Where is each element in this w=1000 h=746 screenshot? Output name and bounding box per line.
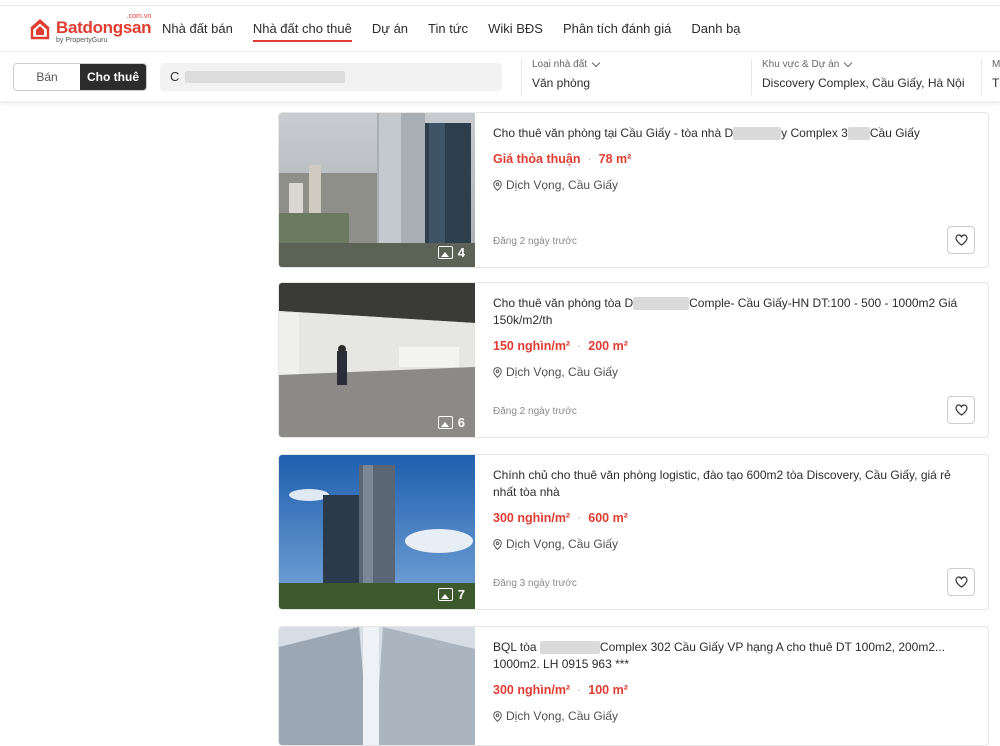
toggle-rent-button[interactable]: Cho thuê bbox=[80, 63, 146, 90]
price-area: 300 nghìn/m² · 600 m² bbox=[493, 511, 972, 525]
location-pin-icon bbox=[493, 179, 502, 191]
photo-count-number: 7 bbox=[457, 587, 465, 602]
location-pin-icon bbox=[493, 710, 502, 722]
listing-photo[interactable]: 6 bbox=[279, 283, 475, 437]
title-part: Cầu Giấy bbox=[869, 126, 920, 140]
filter-property-type[interactable]: Loại nhà đất Văn phòng bbox=[521, 58, 741, 95]
listing-card[interactable]: BQL tòa Complex 302 Cầu Giấy VP hạng A c… bbox=[278, 626, 989, 746]
separator-dot: · bbox=[587, 152, 592, 166]
filter-value: Văn phòng bbox=[532, 76, 591, 90]
nav-analysis[interactable]: Phân tích đánh giá bbox=[563, 6, 671, 51]
title-part: Cho thuê văn phòng tòa D bbox=[493, 296, 634, 310]
brand-name: Batdongsan bbox=[56, 18, 152, 37]
photo-count-number: 6 bbox=[457, 415, 465, 430]
brand-tagline: by PropertyGuru bbox=[56, 37, 108, 44]
price: Giá thỏa thuận bbox=[493, 152, 581, 166]
separator-dot: · bbox=[577, 683, 582, 697]
photo-count-number: 4 bbox=[457, 245, 465, 260]
title-part: Chính chủ cho thuê văn phòng logistic, đ… bbox=[493, 468, 807, 482]
nav-news[interactable]: Tin tức bbox=[428, 6, 468, 51]
price-area: 150 nghìn/m² · 200 m² bbox=[493, 339, 972, 353]
listing-title[interactable]: Chính chủ cho thuê văn phòng logistic, đ… bbox=[493, 467, 972, 501]
main-nav: Nhà đất bán Nhà đất cho thuê Dự án Tin t… bbox=[162, 6, 761, 51]
title-part: Cho thuê văn phòng tại Cầu Giấy - tòa nh… bbox=[493, 126, 734, 140]
search-input[interactable]: C bbox=[160, 62, 502, 91]
area: 78 m² bbox=[598, 152, 632, 166]
location-text: Dịch Vọng, Cầu Giấy bbox=[506, 537, 619, 551]
price: 150 nghìn/m² bbox=[493, 339, 571, 353]
chevron-down-icon bbox=[591, 58, 601, 68]
image-icon bbox=[437, 416, 453, 429]
listing-card[interactable]: 7 Chính chủ cho thuê văn phòng logistic,… bbox=[278, 454, 989, 610]
favorite-button[interactable] bbox=[947, 396, 975, 424]
title-part: y Complex 3 bbox=[781, 126, 848, 140]
toggle-sell-button[interactable]: Bán bbox=[14, 63, 80, 90]
filter-more[interactable]: M Tấ bbox=[981, 59, 1000, 95]
filter-label: M bbox=[992, 59, 1000, 70]
favorite-button[interactable] bbox=[947, 226, 975, 254]
nav-sale[interactable]: Nhà đất bán bbox=[162, 6, 233, 51]
location: Dịch Vọng, Cầu Giấy bbox=[493, 537, 972, 551]
area: 600 m² bbox=[588, 511, 628, 525]
photo-count: 7 bbox=[437, 587, 465, 602]
filter-area-project[interactable]: Khu vực & Dự án Discovery Complex, Cầu G… bbox=[751, 58, 981, 95]
photo-count: 4 bbox=[437, 245, 465, 260]
chevron-down-icon bbox=[844, 58, 853, 68]
posted-date: Đăng 2 ngày trước bbox=[493, 236, 577, 247]
heart-icon bbox=[954, 234, 968, 246]
location: Dịch Vọng, Cầu Giấy bbox=[493, 178, 972, 192]
price-area: Giá thỏa thuận · 78 m² bbox=[493, 152, 972, 166]
location-text: Dịch Vọng, Cầu Giấy bbox=[506, 178, 619, 192]
filter-label: Khu vực & Dự án bbox=[762, 59, 840, 70]
nav-projects[interactable]: Dự án bbox=[372, 6, 408, 51]
location: Dịch Vọng, Cầu Giấy bbox=[493, 709, 972, 723]
listing-title[interactable]: BQL tòa Complex 302 Cầu Giấy VP hạng A c… bbox=[493, 639, 972, 673]
filter-label: Loại nhà đất bbox=[532, 59, 588, 70]
listing-card[interactable]: 6 Cho thuê văn phòng tòa D Comple- Cầu Gi… bbox=[278, 282, 989, 438]
blurred-query bbox=[185, 70, 346, 83]
listing-photo[interactable]: 7 bbox=[279, 455, 475, 609]
nav-rent[interactable]: Nhà đất cho thuê bbox=[252, 6, 352, 51]
filter-value: Tấ bbox=[992, 76, 1000, 90]
location-text: Dịch Vọng, Cầu Giấy bbox=[506, 365, 619, 379]
heart-icon bbox=[954, 404, 968, 416]
price: 300 nghìn/m² bbox=[493, 683, 571, 697]
area: 100 m² bbox=[588, 683, 628, 697]
posted-date: Đăng 3 ngày trước bbox=[493, 578, 577, 589]
listing-title[interactable]: Cho thuê văn phòng tòa D Comple- Cầu Giấy… bbox=[493, 295, 972, 329]
location-pin-icon bbox=[493, 366, 502, 378]
area: 200 m² bbox=[588, 339, 628, 353]
brand-logo[interactable]: .com.vn Batdongsan by PropertyGuru bbox=[28, 13, 162, 44]
house-logo-icon bbox=[28, 17, 52, 41]
sale-rent-toggle: Bán Cho thuê bbox=[13, 62, 147, 91]
location-pin-icon bbox=[493, 538, 502, 550]
separator-dot: · bbox=[577, 511, 582, 525]
search-bar: Bán Cho thuê C Loại nhà đất Văn phòng Kh… bbox=[0, 52, 1000, 102]
blurred-text bbox=[847, 127, 870, 141]
filter-value: Discovery Complex, Cầu Giấy, Hà Nội bbox=[762, 76, 965, 90]
nav-directory[interactable]: Danh bạ bbox=[691, 6, 740, 51]
site-header: .com.vn Batdongsan by PropertyGuru Nhà đ… bbox=[0, 6, 1000, 52]
blurred-text bbox=[539, 641, 600, 655]
separator-dot: · bbox=[577, 339, 582, 353]
posted-date: Đăng 2 ngày trước bbox=[493, 406, 577, 417]
location-text: Dịch Vọng, Cầu Giấy bbox=[506, 709, 619, 723]
blurred-text bbox=[633, 297, 690, 311]
title-part: BQL tòa bbox=[493, 640, 540, 654]
price: 300 nghìn/m² bbox=[493, 511, 571, 525]
nav-wiki[interactable]: Wiki BĐS bbox=[488, 6, 543, 51]
heart-icon bbox=[954, 576, 968, 588]
photo-count: 6 bbox=[437, 415, 465, 430]
favorite-button[interactable] bbox=[947, 568, 975, 596]
blurred-text bbox=[733, 127, 782, 141]
listing-photo[interactable] bbox=[279, 627, 475, 745]
image-icon bbox=[437, 588, 453, 601]
image-icon bbox=[437, 246, 453, 259]
location: Dịch Vọng, Cầu Giấy bbox=[493, 365, 972, 379]
search-query-text: C bbox=[170, 69, 180, 84]
listing-photo[interactable]: 4 bbox=[279, 113, 475, 267]
listing-title[interactable]: Cho thuê văn phòng tại Cầu Giấy - tòa nh… bbox=[493, 125, 972, 142]
price-area: 300 nghìn/m² · 100 m² bbox=[493, 683, 972, 697]
listing-card[interactable]: 4 Cho thuê văn phòng tại Cầu Giấy - tòa … bbox=[278, 112, 989, 268]
